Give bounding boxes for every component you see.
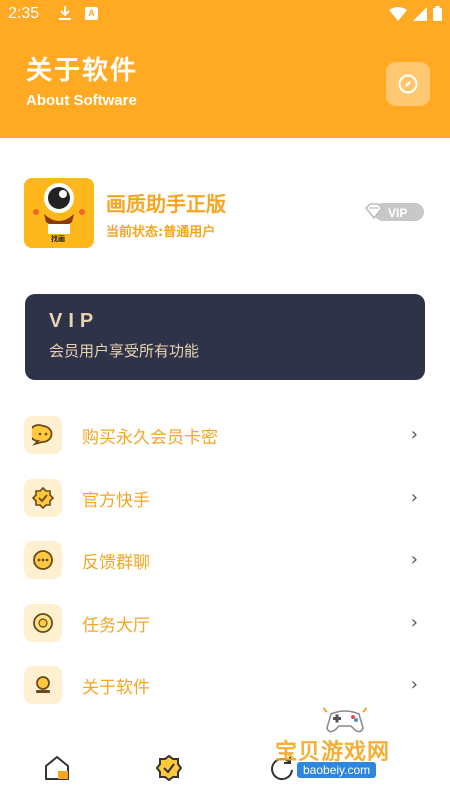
app-avatar: 找画 xyxy=(24,178,94,248)
signal-icon xyxy=(413,6,427,21)
status-bar: 2:35 A xyxy=(0,0,450,30)
status-time: 2:35 xyxy=(8,5,40,22)
chevron-right-icon: › xyxy=(410,486,418,508)
app-name: 画质助手正版 xyxy=(106,192,226,216)
menu-item-label: 任务大厅 xyxy=(82,615,150,636)
chevron-right-icon: › xyxy=(410,549,418,570)
menu-item-feedback-group[interactable]: 反馈群聊 › xyxy=(24,539,426,602)
about-icon xyxy=(24,666,62,704)
user-status: 当前状态:普通用户 xyxy=(106,225,216,240)
watermark: 宝贝游戏网 baobeiy.com xyxy=(275,706,435,786)
vip-card-title: VIP xyxy=(49,310,100,332)
menu-item-task-hall[interactable]: 任务大厅 › xyxy=(24,602,426,665)
chevron-right-icon: › xyxy=(410,424,418,445)
verified-badge-icon xyxy=(24,478,62,517)
chat-bubble-icon xyxy=(24,416,62,454)
menu-item-official-kuaishou[interactable]: 官方快手 › xyxy=(24,477,426,540)
page-subtitle: About Software xyxy=(26,92,137,109)
chevron-right-icon: › xyxy=(410,611,418,633)
menu-item-label: 购买永久会员卡密 xyxy=(82,428,218,448)
settings-menu: 购买永久会员卡密 › 官方快手 › 反馈群聊 › 任务大厅 › 关于软件 › xyxy=(24,414,426,727)
verified-badge-icon[interactable] xyxy=(155,754,183,782)
vip-card[interactable]: VIP 会员用户享受所有功能 xyxy=(25,294,425,380)
menu-item-label: 官方快手 xyxy=(82,490,150,511)
page-title: 关于软件 xyxy=(26,56,139,86)
wifi-icon xyxy=(389,6,407,21)
menu-item-buy-membership[interactable]: 购买永久会员卡密 › xyxy=(24,414,426,477)
watermark-url: baobeiy.com xyxy=(297,762,377,778)
dots-bubble-icon xyxy=(24,541,62,579)
home-icon[interactable] xyxy=(43,754,71,782)
task-circle-icon xyxy=(24,603,62,642)
download-icon xyxy=(59,6,71,20)
chevron-right-icon: › xyxy=(410,674,418,695)
vip-badge-text: VIP xyxy=(388,206,407,220)
avatar-label: 找画 xyxy=(51,235,65,243)
menu-item-label: 反馈群聊 xyxy=(82,553,150,573)
notification-a-icon: A xyxy=(85,7,98,20)
vip-badge: VIP xyxy=(364,203,424,221)
header: 关于软件 About Software xyxy=(0,30,450,138)
gamepad-icon xyxy=(323,707,367,733)
compass-icon xyxy=(398,74,418,94)
compass-button[interactable] xyxy=(386,62,430,106)
menu-item-label: 关于软件 xyxy=(82,678,150,698)
battery-icon xyxy=(433,6,442,21)
app-profile: 找画 画质助手正版 当前状态:普通用户 VIP xyxy=(24,178,426,250)
vip-card-description: 会员用户享受所有功能 xyxy=(49,342,200,360)
